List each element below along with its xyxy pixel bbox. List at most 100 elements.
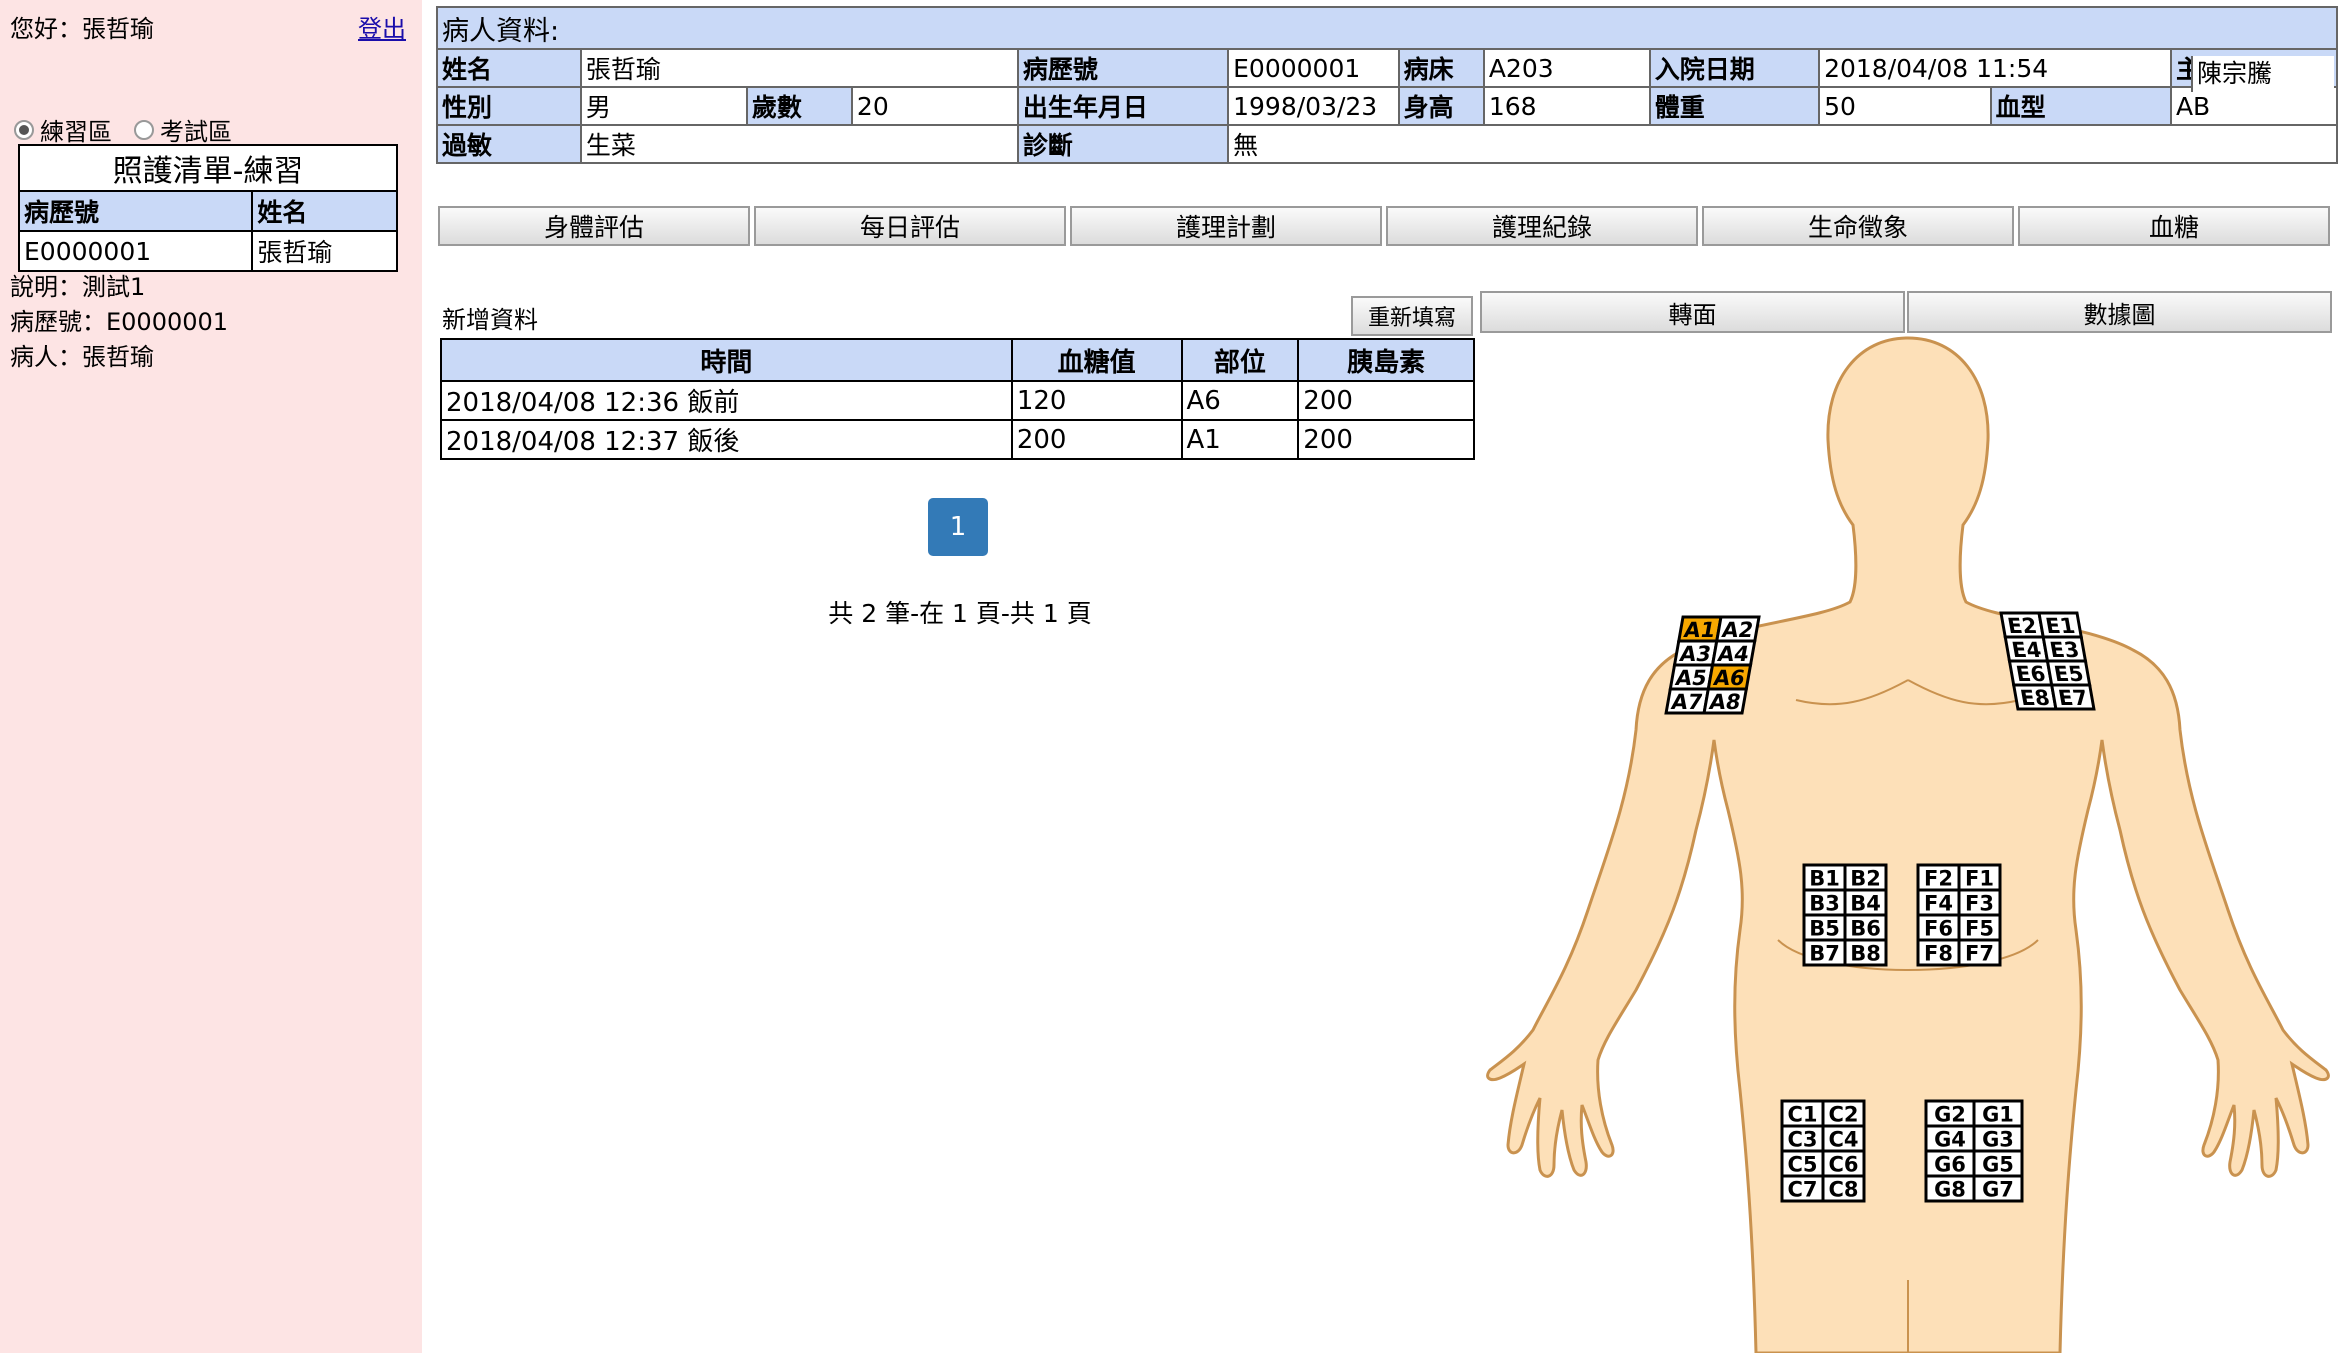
site-label: B2 — [1850, 867, 1881, 891]
site-label: A4 — [1716, 641, 1751, 666]
site-label: C2 — [1828, 1103, 1858, 1127]
site-g6[interactable]: G6 — [1924, 1149, 1976, 1178]
table-row[interactable]: 2018/04/08 12:37 飯後 200 A1 200 — [440, 419, 1475, 460]
tab-blood-sugar[interactable]: 血糖 — [2018, 206, 2330, 246]
row-name[interactable]: 張哲瑜 — [251, 230, 398, 272]
site-f3[interactable]: F3 — [1957, 888, 2002, 917]
chart-button[interactable]: 數據圖 — [1907, 291, 2332, 333]
site-e4[interactable]: E4 — [2003, 635, 2050, 663]
site-e2[interactable]: E2 — [1999, 611, 2045, 639]
sex-label: 性別 — [436, 86, 582, 126]
site-a3[interactable]: A3 — [1672, 639, 1719, 667]
cell-site: A6 — [1180, 380, 1300, 421]
site-f4[interactable]: F4 — [1916, 888, 1961, 917]
site-e1[interactable]: E1 — [2037, 611, 2083, 639]
sex-value: 男 — [579, 86, 748, 126]
site-label: B5 — [1809, 917, 1840, 941]
dob-value: 1998/03/23 — [1227, 86, 1400, 126]
site-c5[interactable]: C5 — [1780, 1149, 1825, 1178]
bed-label: 病床 — [1397, 48, 1485, 88]
site-e3[interactable]: E3 — [2041, 635, 2088, 663]
site-label: A2 — [1720, 617, 1755, 642]
site-a7[interactable]: A7 — [1664, 687, 1711, 715]
site-g3[interactable]: G3 — [1972, 1124, 2024, 1153]
site-grid-f: F2 F1 F4 F3 F6 F5 F8 F7 — [1916, 863, 2002, 967]
patient-info-header: 病人資料: — [436, 6, 2338, 50]
blood-label: 血型 — [1989, 86, 2172, 126]
site-b8[interactable]: B8 — [1843, 938, 1888, 967]
name-label: 姓名 — [436, 48, 582, 88]
site-g1[interactable]: G1 — [1972, 1099, 2024, 1128]
reset-button[interactable]: 重新填寫 — [1351, 296, 1473, 336]
site-g8[interactable]: G8 — [1924, 1174, 1976, 1203]
logout-link[interactable]: 登出 — [358, 9, 406, 44]
practice-radio[interactable] — [14, 119, 34, 140]
site-a4[interactable]: A4 — [1710, 639, 1757, 667]
site-c1[interactable]: C1 — [1780, 1099, 1825, 1128]
site-f8[interactable]: F8 — [1916, 938, 1961, 967]
site-c3[interactable]: C3 — [1780, 1124, 1825, 1153]
site-label: B7 — [1809, 942, 1840, 966]
site-label: B6 — [1850, 917, 1881, 941]
site-a6[interactable]: A6 — [1706, 663, 1753, 691]
diagnosis-value: 無 — [1227, 124, 2338, 164]
cell-time: 2018/04/08 12:37 飯後 — [440, 419, 1013, 460]
site-a8[interactable]: A8 — [1702, 687, 1749, 715]
height-label: 身高 — [1397, 86, 1485, 126]
site-b4[interactable]: B4 — [1843, 888, 1888, 917]
exam-radio[interactable] — [134, 119, 154, 140]
site-b7[interactable]: B7 — [1802, 938, 1847, 967]
site-g7[interactable]: G7 — [1972, 1174, 2024, 1203]
site-a5[interactable]: A5 — [1668, 663, 1715, 691]
tab-daily-assessment[interactable]: 每日評估 — [754, 206, 1066, 246]
tab-body-assessment[interactable]: 身體評估 — [438, 206, 750, 246]
exam-radio-label[interactable]: 考試區 — [160, 112, 232, 147]
site-e5[interactable]: E5 — [2045, 659, 2092, 687]
site-e6[interactable]: E6 — [2007, 659, 2054, 687]
site-g2[interactable]: G2 — [1924, 1099, 1976, 1128]
site-c2[interactable]: C2 — [1821, 1099, 1866, 1128]
table-row[interactable]: 2018/04/08 12:36 飯前 120 A6 200 — [440, 380, 1475, 421]
pagination-info: 共 2 筆-在 1 頁-共 1 頁 — [828, 599, 1092, 628]
age-value: 20 — [850, 86, 1019, 126]
site-e8[interactable]: E8 — [2011, 683, 2058, 711]
cell-glucose: 120 — [1010, 380, 1183, 421]
site-f1[interactable]: F1 — [1957, 863, 2002, 892]
col-name: 姓名 — [251, 190, 398, 232]
site-f7[interactable]: F7 — [1957, 938, 2002, 967]
site-g4[interactable]: G4 — [1924, 1124, 1976, 1153]
site-label: A3 — [1678, 641, 1713, 666]
site-c7[interactable]: C7 — [1780, 1174, 1825, 1203]
site-c8[interactable]: C8 — [1821, 1174, 1866, 1203]
admit-value: 2018/04/08 11:54 — [1818, 48, 2172, 88]
diagnosis-label: 診斷 — [1016, 124, 1230, 164]
site-c4[interactable]: C4 — [1821, 1124, 1866, 1153]
site-f6[interactable]: F6 — [1916, 913, 1961, 942]
cell-site: A1 — [1180, 419, 1300, 460]
row-record-no[interactable]: E0000001 — [17, 230, 254, 272]
site-f5[interactable]: F5 — [1957, 913, 2002, 942]
site-g5[interactable]: G5 — [1972, 1149, 2024, 1178]
patient-notes: 說明：測試1 病歷號：E0000001 病人：張哲瑜 — [10, 270, 228, 375]
tab-nursing-record[interactable]: 護理紀錄 — [1386, 206, 1698, 246]
site-b2[interactable]: B2 — [1843, 863, 1888, 892]
practice-radio-label[interactable]: 練習區 — [40, 112, 112, 147]
col-site: 部位 — [1180, 338, 1300, 382]
site-b5[interactable]: B5 — [1802, 913, 1847, 942]
flip-button[interactable]: 轉面 — [1480, 291, 1905, 333]
site-label: C1 — [1787, 1103, 1817, 1127]
site-b3[interactable]: B3 — [1802, 888, 1847, 917]
site-b1[interactable]: B1 — [1802, 863, 1847, 892]
site-a1[interactable]: A1 — [1677, 615, 1723, 643]
page-1-button[interactable]: 1 — [928, 498, 988, 556]
cell-glucose: 200 — [1010, 419, 1183, 460]
tab-care-plan[interactable]: 護理計劃 — [1070, 206, 1382, 246]
site-b6[interactable]: B6 — [1843, 913, 1888, 942]
site-e7[interactable]: E7 — [2049, 683, 2096, 711]
site-f2[interactable]: F2 — [1916, 863, 1961, 892]
site-a2[interactable]: A2 — [1715, 615, 1761, 643]
site-c6[interactable]: C6 — [1821, 1149, 1866, 1178]
tab-vital-signs[interactable]: 生命徵象 — [1702, 206, 2014, 246]
care-list-row[interactable]: E0000001 張哲瑜 — [17, 230, 398, 272]
greeting: 您好：張哲瑜 — [10, 15, 154, 43]
